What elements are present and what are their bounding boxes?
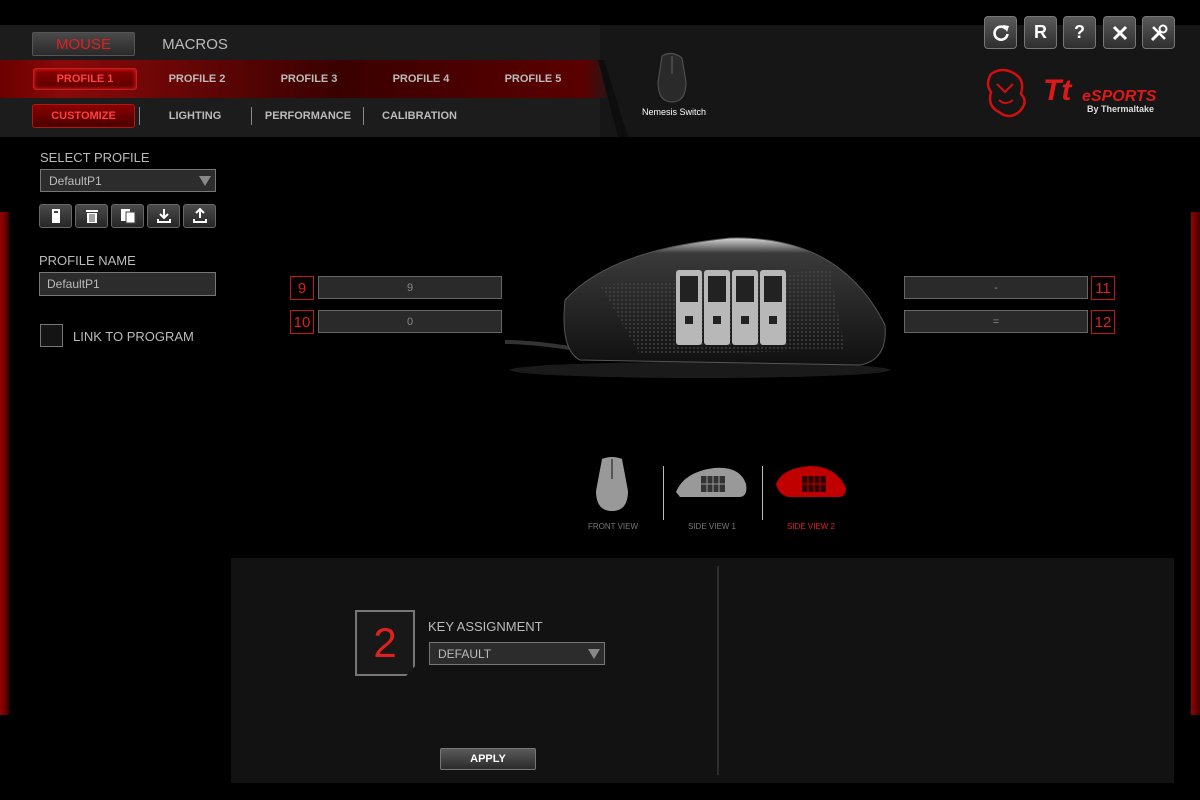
tab-profile-5[interactable]: PROFILE 5 bbox=[481, 68, 585, 90]
front-view-label: FRONT VIEW bbox=[587, 522, 639, 531]
tt-esports-logo: Tt eSPORTS By Thermaltake bbox=[986, 68, 1157, 118]
key-assignment-label: KEY ASSIGNMENT bbox=[428, 619, 543, 634]
delete-icon bbox=[85, 210, 98, 223]
tab-macros[interactable]: MACROS bbox=[150, 32, 240, 56]
settings-button[interactable] bbox=[1142, 16, 1175, 49]
svg-text:Tt: Tt bbox=[1043, 74, 1073, 107]
side-view-2-thumbnail[interactable] bbox=[774, 462, 848, 502]
help-button[interactable]: ? bbox=[1063, 16, 1096, 49]
export-profile-button[interactable] bbox=[183, 204, 216, 228]
front-view-thumbnail[interactable] bbox=[590, 455, 634, 515]
select-profile-label: SELECT PROFILE bbox=[40, 150, 150, 165]
profile-select[interactable]: DefaultP1 bbox=[40, 169, 216, 192]
copy-icon bbox=[120, 209, 135, 224]
tab-profile-2[interactable]: PROFILE 2 bbox=[145, 68, 249, 90]
mouse-device-icon bbox=[657, 52, 687, 103]
apply-button[interactable]: APPLY bbox=[440, 748, 536, 770]
tab-separator bbox=[251, 107, 252, 125]
chevron-down-icon bbox=[199, 175, 211, 186]
button-11-number: 11 bbox=[1091, 276, 1115, 300]
copy-profile-button[interactable] bbox=[111, 204, 144, 228]
button-12-number: 12 bbox=[1091, 310, 1115, 334]
view-separator bbox=[762, 466, 763, 520]
key-assignment-value: DEFAULT bbox=[438, 646, 492, 661]
tab-separator bbox=[363, 107, 364, 125]
view-separator bbox=[663, 466, 664, 520]
profile-name-label: PROFILE NAME bbox=[39, 253, 136, 268]
refresh-button[interactable] bbox=[984, 16, 1017, 49]
mouse-side-view-image bbox=[504, 237, 890, 378]
button-10-assignment[interactable]: 0 bbox=[318, 310, 502, 333]
right-edge-decoration bbox=[1191, 212, 1200, 715]
side-view-1-label: SIDE VIEW 1 bbox=[687, 522, 736, 531]
reset-button[interactable]: R bbox=[1024, 16, 1057, 49]
button-9-number: 9 bbox=[290, 276, 314, 300]
tab-calibration[interactable]: CALIBRATION bbox=[372, 104, 467, 128]
button-10-number: 10 bbox=[290, 310, 314, 334]
tab-separator bbox=[139, 107, 140, 125]
chevron-down-icon bbox=[588, 648, 600, 659]
side-view-2-label: SIDE VIEW 2 bbox=[786, 522, 835, 531]
delete-profile-button[interactable] bbox=[75, 204, 108, 228]
button-9-assignment[interactable]: 9 bbox=[318, 276, 502, 299]
svg-text:eSPORTS: eSPORTS bbox=[1082, 88, 1157, 105]
import-icon bbox=[156, 209, 171, 223]
panel-divider bbox=[717, 566, 719, 775]
tab-profile-3[interactable]: PROFILE 3 bbox=[257, 68, 361, 90]
export-icon bbox=[192, 208, 207, 223]
refresh-icon bbox=[992, 24, 1009, 41]
tab-lighting[interactable]: LIGHTING bbox=[150, 104, 240, 128]
tab-profile-1[interactable]: PROFILE 1 bbox=[33, 68, 137, 90]
close-icon bbox=[1112, 25, 1127, 40]
close-button[interactable] bbox=[1103, 16, 1136, 49]
device-name: Nemesis Switch bbox=[641, 107, 706, 117]
profile-name-field[interactable]: DefaultP1 bbox=[39, 272, 216, 296]
tab-profile-4[interactable]: PROFILE 4 bbox=[369, 68, 473, 90]
button-12-assignment[interactable]: = bbox=[904, 310, 1088, 333]
button-11-assignment[interactable]: - bbox=[904, 276, 1088, 299]
import-profile-button[interactable] bbox=[147, 204, 180, 228]
tools-icon bbox=[1150, 24, 1167, 41]
profile-select-value: DefaultP1 bbox=[49, 173, 102, 188]
new-profile-icon bbox=[51, 209, 60, 223]
key-assignment-select[interactable]: DEFAULT bbox=[429, 642, 605, 665]
link-to-program-checkbox[interactable] bbox=[40, 324, 63, 347]
tab-performance[interactable]: PERFORMANCE bbox=[258, 104, 358, 128]
left-edge-decoration bbox=[0, 212, 9, 715]
selected-key-badge: 2 bbox=[355, 610, 415, 676]
tab-mouse[interactable]: MOUSE bbox=[32, 32, 135, 56]
side-view-1-thumbnail[interactable] bbox=[674, 462, 748, 502]
new-profile-button[interactable] bbox=[39, 204, 72, 228]
link-to-program-label: LINK TO PROGRAM bbox=[73, 329, 194, 344]
tab-customize[interactable]: CUSTOMIZE bbox=[32, 104, 135, 128]
svg-text:By Thermaltake: By Thermaltake bbox=[1087, 104, 1154, 114]
